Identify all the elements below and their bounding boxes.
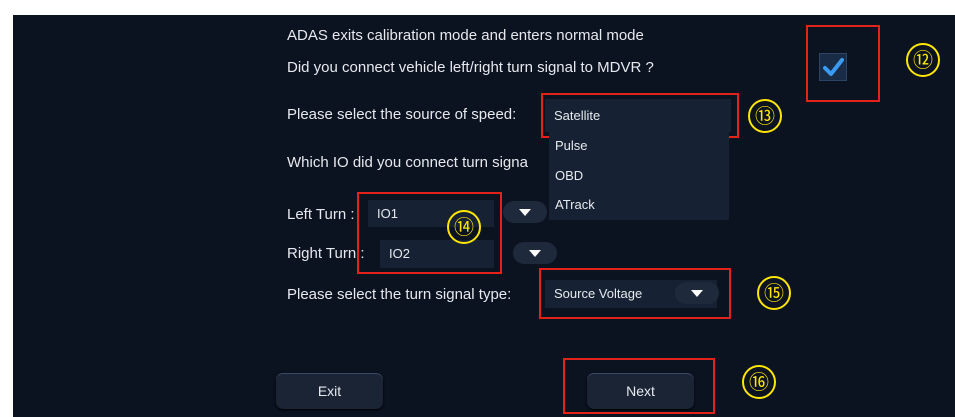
annotation-12: ⑫ <box>906 43 940 77</box>
turn-signal-question: Did you connect vehicle left/right turn … <box>287 59 654 76</box>
dropdown-option-obd[interactable]: OBD <box>555 168 583 183</box>
highlight-box-io <box>357 192 502 274</box>
highlight-box-next <box>563 358 715 414</box>
highlight-box-checkbox <box>806 25 880 102</box>
right-turn-label: Right Turn : <box>287 245 365 262</box>
right-turn-dropdown-button[interactable] <box>513 242 557 264</box>
left-turn-label: Left Turn : <box>287 206 355 223</box>
chevron-down-icon <box>519 209 531 216</box>
speed-source-dropdown: Pulse OBD ATrack <box>549 131 729 220</box>
exit-button[interactable]: Exit <box>276 373 383 409</box>
annotation-16: ⑯ <box>742 365 776 399</box>
annotation-13: ⑬ <box>748 99 782 133</box>
chevron-down-icon <box>529 250 541 257</box>
left-turn-dropdown-button[interactable] <box>503 201 547 223</box>
highlight-box-signal-type <box>539 268 731 319</box>
dropdown-option-pulse[interactable]: Pulse <box>555 138 588 153</box>
annotation-15: ⑮ <box>757 276 791 310</box>
speed-source-label: Please select the source of speed: <box>287 106 517 123</box>
adas-exit-text: ADAS exits calibration mode and enters n… <box>287 27 644 44</box>
io-question: Which IO did you connect turn signa <box>287 154 528 171</box>
signal-type-label: Please select the turn signal type: <box>287 286 512 303</box>
annotation-14: ⑭ <box>447 210 481 244</box>
dropdown-option-atrack[interactable]: ATrack <box>555 197 595 212</box>
